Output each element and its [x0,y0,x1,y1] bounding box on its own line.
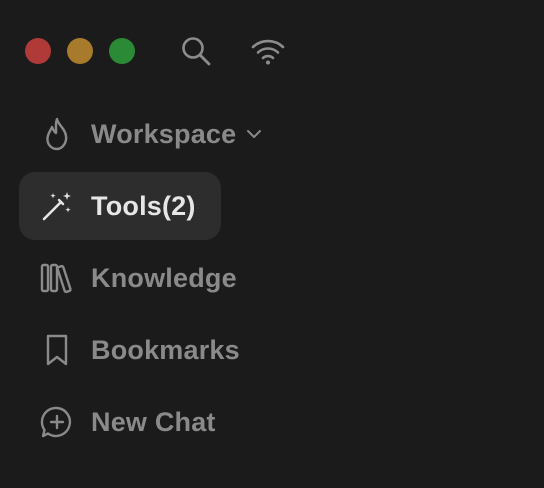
close-window-button[interactable] [25,38,51,64]
sidebar-item-bookmarks[interactable]: Bookmarks [19,316,379,384]
minimize-window-button[interactable] [67,38,93,64]
sidebar-item-label: Tools(2) [91,190,196,221]
sidebar-nav: Workspace Tools(2) Knowledge Bookmarks N… [19,100,379,460]
wifi-icon [250,36,286,66]
sidebar-item-workspace[interactable]: Workspace [19,100,379,168]
library-books-icon [37,258,77,298]
search-icon [179,34,213,68]
flame-icon [37,114,77,154]
sidebar-item-label: Knowledge [91,262,237,293]
search-button[interactable] [178,33,214,69]
chevron-down-icon[interactable] [246,128,262,140]
zoom-window-button[interactable] [109,38,135,64]
sidebar-item-label: Workspace [91,118,237,149]
app-window: Workspace Tools(2) Knowledge Bookmarks N… [0,0,544,488]
wifi-status[interactable] [250,33,286,69]
chat-plus-icon [37,402,77,442]
magic-wand-icon [37,186,77,226]
sidebar-item-tools[interactable]: Tools(2) [19,172,221,240]
sidebar-item-new-chat[interactable]: New Chat [19,388,379,456]
sidebar-item-knowledge[interactable]: Knowledge [19,244,379,312]
bookmark-icon [37,330,77,370]
sidebar-item-label: New Chat [91,406,216,437]
sidebar-item-label: Bookmarks [91,334,240,365]
title-bar [0,0,544,100]
